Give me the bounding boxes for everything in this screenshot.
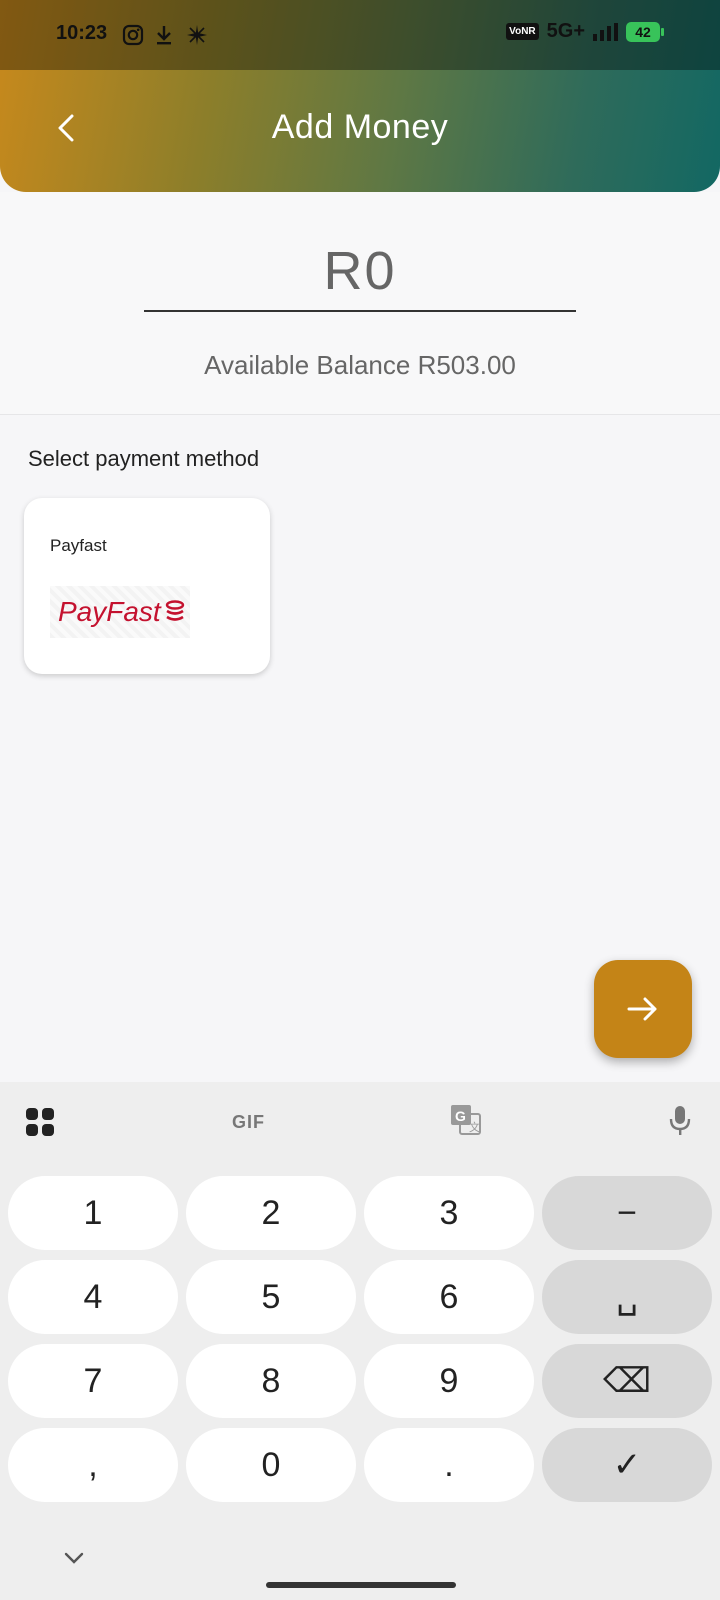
key-0[interactable]: 0 <box>186 1428 356 1502</box>
arrow-right-icon <box>627 997 657 1021</box>
gif-button[interactable]: GIF <box>232 1112 265 1133</box>
svg-text:G: G <box>455 1108 466 1124</box>
key-period[interactable]: . <box>364 1428 534 1502</box>
key-5[interactable]: 5 <box>186 1260 356 1334</box>
payment-option-payfast[interactable]: Payfast PayFast <box>24 498 270 674</box>
vonr-badge: VoNR <box>506 23 539 40</box>
coins-icon <box>165 600 184 621</box>
page-title: Add Money <box>271 108 449 146</box>
download-icon <box>157 26 171 45</box>
gesture-nav-bar[interactable] <box>266 1582 456 1588</box>
amount-underline <box>144 310 576 312</box>
next-button[interactable] <box>594 960 692 1058</box>
key-6[interactable]: 6 <box>364 1260 534 1334</box>
svg-text:文: 文 <box>469 1120 480 1134</box>
translate-icon[interactable]: G 文 <box>450 1104 482 1136</box>
status-indicators: VoNR 5G+ 42 <box>506 20 664 43</box>
network-type: 5G+ <box>546 20 585 42</box>
numeric-keyboard: GIF G 文 1 2 3 − 4 5 6 ␣ 7 8 9 ⌫ , 0 . ✓ <box>0 1082 720 1600</box>
apps-grid-icon[interactable] <box>26 1108 54 1136</box>
amount-section <box>0 192 720 415</box>
keyboard-toolbar: GIF G 文 <box>0 1082 720 1162</box>
key-backspace[interactable]: ⌫ <box>542 1344 712 1418</box>
battery-icon: 42 <box>626 21 664 42</box>
key-3[interactable]: 3 <box>364 1176 534 1250</box>
microphone-icon[interactable] <box>668 1104 692 1138</box>
key-9[interactable]: 9 <box>364 1344 534 1418</box>
key-space[interactable]: ␣ <box>542 1260 712 1334</box>
key-2[interactable]: 2 <box>186 1176 356 1250</box>
key-done[interactable]: ✓ <box>542 1428 712 1502</box>
key-comma[interactable]: , <box>8 1428 178 1502</box>
payfast-logo: PayFast <box>50 586 190 638</box>
amount-input[interactable]: R0 <box>144 240 576 302</box>
key-minus[interactable]: − <box>542 1176 712 1250</box>
available-balance: Available Balance R503.00 <box>204 350 516 380</box>
key-4[interactable]: 4 <box>8 1260 178 1334</box>
sparkle-icon <box>187 25 207 45</box>
payment-method-label: Select payment method <box>28 446 260 471</box>
payfast-logo-text: PayFast <box>58 596 161 627</box>
status-time: 10:23 <box>56 22 108 44</box>
key-1[interactable]: 1 <box>8 1176 178 1250</box>
key-8[interactable]: 8 <box>186 1344 356 1418</box>
keyboard-collapse-chevron-icon[interactable] <box>62 1550 86 1566</box>
instagram-icon <box>122 24 144 46</box>
key-7[interactable]: 7 <box>8 1344 178 1418</box>
payment-option-name: Payfast <box>50 536 107 555</box>
signal-icon <box>593 22 618 41</box>
